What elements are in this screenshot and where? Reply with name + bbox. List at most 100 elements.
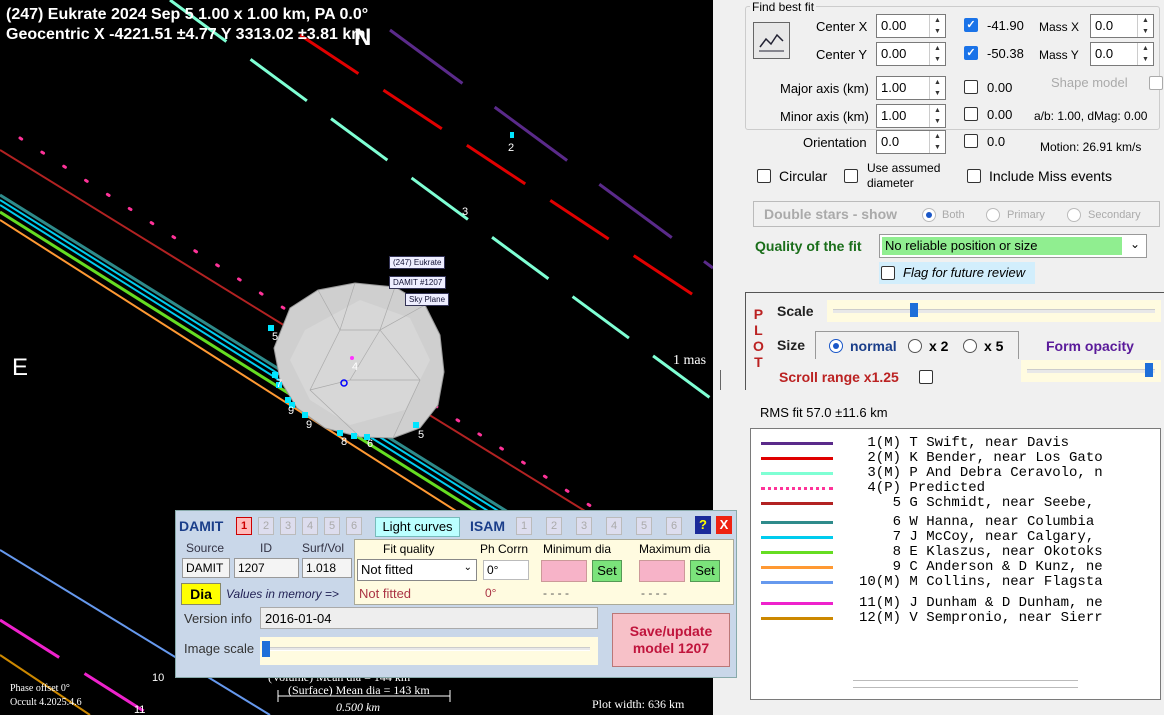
legend-scrollbar[interactable] [853,680,1078,688]
minor-axis-value: 1.00 [881,108,907,123]
major-axis-value: 1.00 [881,80,907,95]
center-x-value: 0.00 [881,18,907,33]
legend-observer: Predicted [909,480,986,496]
damit-model-6-button[interactable]: 6 [346,517,362,535]
form-opacity-slider[interactable] [1021,360,1161,382]
version-label: Occult 4.2025.4.6 [10,697,82,708]
legend-text: 12(M) V Sempronio, near Sierr [849,611,1103,626]
damit-model-3-button[interactable]: 3 [280,517,296,535]
legend-observer: P And Debra Ceravolo, n [909,465,1103,481]
size-x2-radio[interactable] [908,339,922,353]
damit-model-1-button[interactable]: 1 [236,517,252,535]
version-info-label: Version info [184,611,252,626]
spin-arrows-icon[interactable]: ▲ ▼ [929,43,945,65]
use-assumed-diameter-checkbox[interactable] [844,169,858,183]
double-stars-group: Double stars - show Both Primary Seconda… [753,201,1160,227]
legend-number: 8 [892,544,901,560]
spin-arrows-icon[interactable]: ▲ ▼ [1137,43,1153,65]
isam-model-2-button[interactable]: 2 [546,517,562,535]
orientation-label: Orientation [803,135,867,150]
legend-number: 6 [892,514,901,530]
damit-model-5-button[interactable]: 5 [324,517,340,535]
legend-number: 5 [892,495,901,511]
light-curves-button[interactable]: Light curves [375,517,460,537]
center-y-label: Center Y [816,47,868,62]
min-dia-set-button[interactable]: Set [592,560,622,582]
observer-legend[interactable]: 1(M) T Swift, near Davis 2(M) K Bender, n… [750,428,1161,700]
plot-letter: T [754,354,763,370]
circular-checkbox[interactable] [757,169,771,183]
scale-slider[interactable] [827,300,1161,322]
flag-review-checkbox[interactable] [881,266,895,280]
spin-arrows-icon[interactable]: ▲ ▼ [929,77,945,99]
size-normal-radio[interactable] [829,339,843,353]
major-axis-checkbox[interactable] [964,80,978,94]
image-scale-slider[interactable] [260,637,598,665]
max-dia-field[interactable] [639,560,685,582]
plot-letter: P [753,306,764,322]
help-button[interactable]: ? [695,516,711,534]
center-y-input[interactable]: 0.00 ▲ ▼ [876,42,946,66]
major-axis-input[interactable]: 1.00 ▲ ▼ [876,76,946,100]
max-dia-set-button[interactable]: Set [690,560,720,582]
min-dia-field[interactable] [541,560,587,582]
version-info-value: 2016-01-04 [260,607,598,629]
circular-label: Circular [779,168,828,184]
shape-model-checkbox[interactable] [1149,76,1163,90]
save-update-model-button[interactable]: Save/update model 1207 [612,613,730,667]
center-x-checkbox[interactable]: ✓ [964,18,978,32]
orientation-input[interactable]: 0.0 ▲ ▼ [876,130,946,154]
primary-radio[interactable] [986,208,1000,222]
legend-row: 12(M) V Sempronio, near Sierr [751,611,1160,626]
orientation-value: 0.0 [881,134,900,149]
chart-icon [759,33,784,52]
legend-number: 11(M) [858,595,901,611]
spin-arrows-icon[interactable]: ▲ ▼ [929,15,945,37]
legend-row: 3(M) P And Debra Ceravolo, n [751,465,1160,481]
isam-model-3-button[interactable]: 3 [576,517,592,535]
ph-corr-input[interactable]: 0° [483,560,529,580]
damit-title: DAMIT [179,518,224,534]
orientation-checkbox[interactable] [964,134,978,148]
center-y-checkbox[interactable]: ✓ [964,46,978,60]
scroll-range-checkbox[interactable] [919,370,933,384]
id-value: 1207 [234,558,299,578]
damit-model-2-button[interactable]: 2 [258,517,274,535]
minor-axis-checkbox[interactable] [964,107,978,121]
legend-line-swatch [761,521,833,524]
mass-y-input[interactable]: 0.0 ▲ ▼ [1090,42,1154,66]
mass-x-input[interactable]: 0.0 ▲ ▼ [1090,14,1154,38]
isam-model-6-button[interactable]: 6 [666,517,682,535]
spin-arrows-icon[interactable]: ▲ ▼ [1137,15,1153,37]
isam-model-4-button[interactable]: 4 [606,517,622,535]
isam-model-5-button[interactable]: 5 [636,517,652,535]
quality-select[interactable]: No reliable position or size ⌄ [879,234,1147,258]
source-header: Source [186,541,225,555]
scroll-range-label: Scroll range x1.25 [779,369,899,385]
image-scale-thumb[interactable] [262,641,270,657]
fit-quality-select[interactable]: Not fitted ⌄ [357,559,477,581]
ph-corr-header: Ph Corrn [480,542,529,556]
legend-row: 4(P) Predicted [751,480,1160,496]
chevron-down-icon: ⌄ [1129,237,1140,251]
include-miss-checkbox[interactable] [967,169,981,183]
secondary-radio[interactable] [1067,208,1081,222]
dia-button[interactable]: Dia [181,583,221,605]
scale-bar-label: 0.500 km [336,700,380,714]
scale-thumb[interactable] [909,303,918,317]
size-x5-radio[interactable] [963,339,977,353]
spin-arrows-icon[interactable]: ▲ ▼ [929,131,945,153]
isam-model-1-button[interactable]: 1 [516,517,532,535]
chord-number: 6 [367,438,374,450]
center-x-input[interactable]: 0.00 ▲ ▼ [876,14,946,38]
spin-arrows-icon[interactable]: ▲ ▼ [929,105,945,127]
min-dia-header: Minimum dia [543,542,612,556]
both-radio[interactable] [922,208,936,222]
minor-axis-input[interactable]: 1.00 ▲ ▼ [876,104,946,128]
close-damit-button[interactable]: X [716,516,732,534]
form-opacity-thumb[interactable] [1144,363,1153,377]
find-best-fit-button[interactable] [753,22,790,59]
legend-observer: C Anderson & D Kunz, ne [909,559,1103,575]
chord-line [169,0,713,402]
damit-model-4-button[interactable]: 4 [302,517,318,535]
